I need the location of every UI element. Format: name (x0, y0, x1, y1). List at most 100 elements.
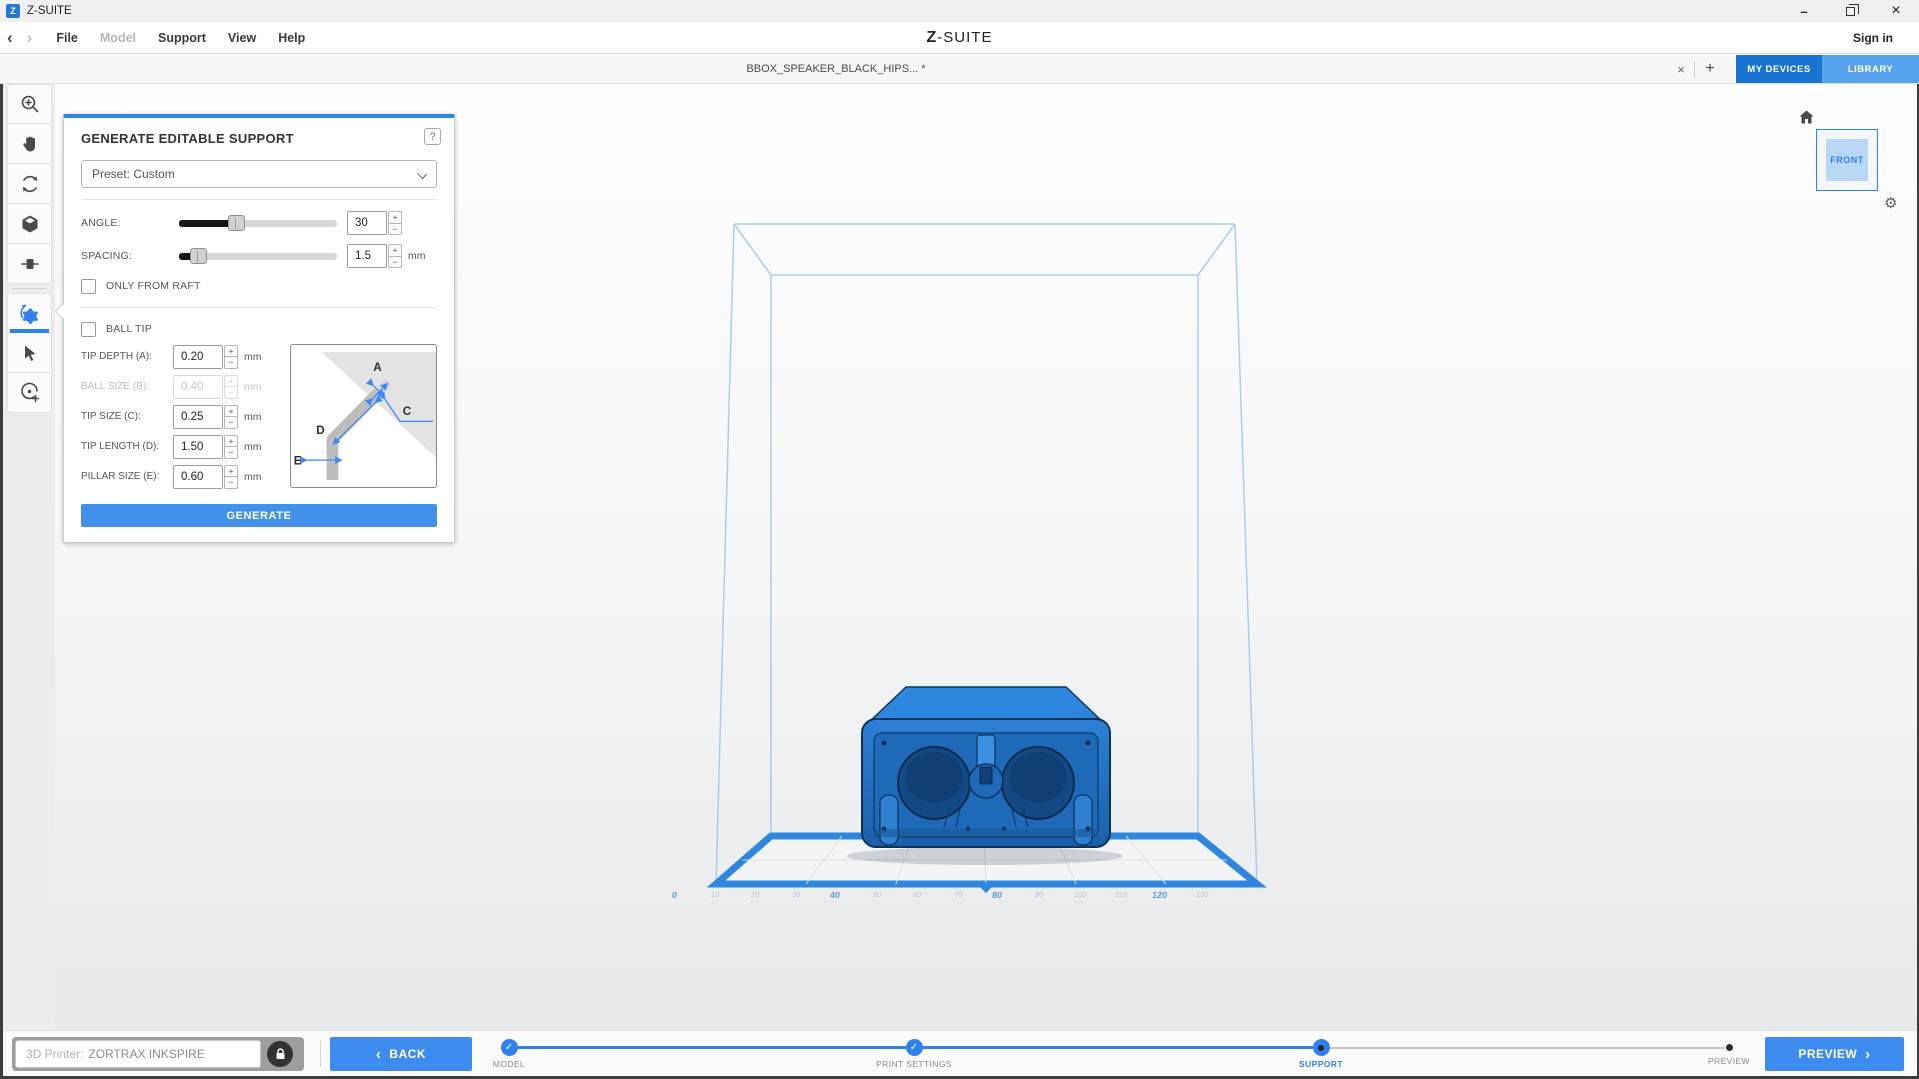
menu-support[interactable]: Support (147, 31, 217, 45)
spacing-slider[interactable] (179, 253, 337, 260)
printer-lock-button[interactable] (267, 1041, 293, 1067)
spacing-row: SPACING: 1.5 + − mm (81, 243, 437, 269)
printer-input[interactable]: 3D Printer: ZORTRAX INKSPIRE (15, 1040, 261, 1068)
view-cube-front-face[interactable]: FRONT (1826, 139, 1868, 181)
model-speaker[interactable] (850, 679, 1122, 859)
printer-input-value: ZORTRAX INKSPIRE (88, 1047, 204, 1061)
spin-up: + (224, 375, 238, 387)
mirror-tool-button[interactable] (7, 244, 52, 284)
ball-tip-row: BALL TIP (81, 318, 437, 340)
spin-down: − (224, 386, 238, 399)
select-tool-button[interactable] (7, 333, 52, 373)
tip-size-input[interactable]: 0.25 (173, 405, 223, 429)
diagram-label-d: D (316, 424, 324, 437)
angle-slider-thumb[interactable] (228, 215, 245, 231)
spacing-unit: mm (408, 250, 426, 262)
zoom-in-icon (19, 93, 41, 115)
cube-view-button[interactable] (7, 204, 52, 244)
support-tool-button[interactable] (7, 293, 52, 333)
rotate-view-button[interactable] (7, 164, 52, 204)
tab-close-icon[interactable]: × (1672, 55, 1690, 83)
spacing-label: SPACING: (81, 250, 179, 262)
help-button[interactable]: ? (424, 128, 441, 145)
spin-up[interactable]: + (224, 465, 238, 477)
divider (81, 307, 437, 308)
tool-rail (3, 84, 55, 1030)
angle-slider[interactable] (179, 220, 337, 227)
spin-down[interactable]: − (224, 356, 238, 369)
minimize-button[interactable]: – (1781, 0, 1827, 22)
mirror-icon (20, 254, 40, 274)
stepper-line-upcoming (1329, 1047, 1725, 1049)
tip-length-input[interactable]: 1.50 (173, 435, 223, 459)
only-from-raft-checkbox[interactable] (81, 279, 96, 294)
angle-input[interactable]: 30 (347, 211, 387, 235)
only-from-raft-row: ONLY FROM RAFT (81, 275, 437, 297)
viewport-3d[interactable]: 0 10 20 30 40 50 60 70 80 90 100 110 120… (55, 84, 1917, 1030)
spacing-spin-down[interactable]: − (388, 256, 402, 269)
spacing-spin-up[interactable]: + (388, 244, 402, 256)
support-tip-diagram: A C D E (290, 344, 437, 488)
viewport-settings-gear-icon[interactable]: ⚙ (1884, 196, 1897, 211)
menu-model[interactable]: Model (89, 31, 147, 45)
ball-size-input: 0.40 (173, 375, 223, 399)
angle-row: ANGLE: 30 + − (81, 210, 437, 236)
generate-button[interactable]: GENERATE (81, 504, 437, 527)
step-upcoming-icon[interactable] (1726, 1044, 1733, 1051)
home-view-icon[interactable] (1799, 110, 1814, 124)
nav-forward-icon[interactable]: › (20, 29, 40, 46)
step-print-settings[interactable]: ✓ PRINT SETTINGS (854, 1039, 974, 1069)
spacing-slider-thumb[interactable] (190, 248, 207, 264)
diagram-label-a: A (373, 361, 382, 374)
diagram-label-c: C (403, 405, 412, 418)
pillar-size-input[interactable]: 0.60 (173, 465, 223, 489)
menu-file[interactable]: File (45, 31, 89, 45)
new-tab-button[interactable]: + (1699, 55, 1721, 83)
plate-ruler: 0 10 20 30 40 50 60 70 80 90 100 110 120… (55, 890, 1917, 904)
preset-value: Preset: Custom (92, 167, 175, 181)
my-devices-button[interactable]: MY DEVICES (1736, 55, 1822, 83)
tab-bar: BBOX_SPEAKER_BLACK_HIPS... * × + MY DEVI… (0, 55, 1919, 84)
menu-view[interactable]: View (217, 31, 267, 45)
view-cube[interactable]: FRONT (1816, 129, 1878, 191)
step-model[interactable]: ✓ MODEL (449, 1039, 569, 1069)
angle-spin-up[interactable]: + (388, 211, 402, 223)
spin-up[interactable]: + (224, 345, 238, 357)
printer-input-label: 3D Printer: (26, 1047, 83, 1061)
footer-bar: 3D Printer: ZORTRAX INKSPIRE ‹ BACK ✓ MO… (0, 1030, 1919, 1076)
tip-length-row: TIP LENGTH (D): 1.50 +− mm (81, 434, 290, 459)
app-window: Z Z-SUITE – × ‹ › File Model Support Vie… (0, 0, 1919, 1079)
step-current-icon[interactable] (1313, 1039, 1330, 1056)
preview-button[interactable]: PREVIEW › (1765, 1037, 1904, 1071)
ball-tip-checkbox[interactable] (81, 322, 96, 337)
step-support[interactable]: SUPPORT (1261, 1039, 1381, 1069)
pillar-size-row: PILLAR SIZE (E): 0.60 +− mm (81, 464, 290, 489)
divider (81, 199, 437, 200)
preset-dropdown[interactable]: Preset: Custom (81, 160, 437, 188)
window-border-left (0, 84, 3, 1079)
step-check-icon[interactable]: ✓ (906, 1039, 923, 1056)
angle-label: ANGLE: (81, 217, 179, 229)
close-button[interactable]: × (1873, 0, 1919, 22)
tip-depth-input[interactable]: 0.20 (173, 345, 223, 369)
support-gear-icon (18, 301, 42, 325)
spin-up[interactable]: + (224, 435, 238, 447)
spin-down[interactable]: − (224, 476, 238, 489)
pan-tool-button[interactable] (7, 124, 52, 164)
nav-back-icon[interactable]: ‹ (0, 29, 20, 46)
spacing-input[interactable]: 1.5 (347, 244, 387, 268)
add-support-point-button[interactable] (7, 373, 52, 413)
spin-up[interactable]: + (224, 405, 238, 417)
step-check-icon[interactable]: ✓ (501, 1039, 518, 1056)
document-tab[interactable]: BBOX_SPEAKER_BLACK_HIPS... * (636, 55, 1036, 83)
restore-button[interactable] (1827, 0, 1873, 22)
menu-help[interactable]: Help (267, 31, 316, 45)
angle-spin-down[interactable]: − (388, 223, 402, 236)
spin-down[interactable]: − (224, 446, 238, 459)
app-icon: Z (6, 4, 20, 18)
chevron-down-icon (417, 169, 427, 179)
zoom-tool-button[interactable] (7, 84, 52, 124)
sign-in-link[interactable]: Sign in (1853, 31, 1893, 45)
library-button[interactable]: LIBRARY (1822, 55, 1919, 83)
spin-down[interactable]: − (224, 416, 238, 429)
